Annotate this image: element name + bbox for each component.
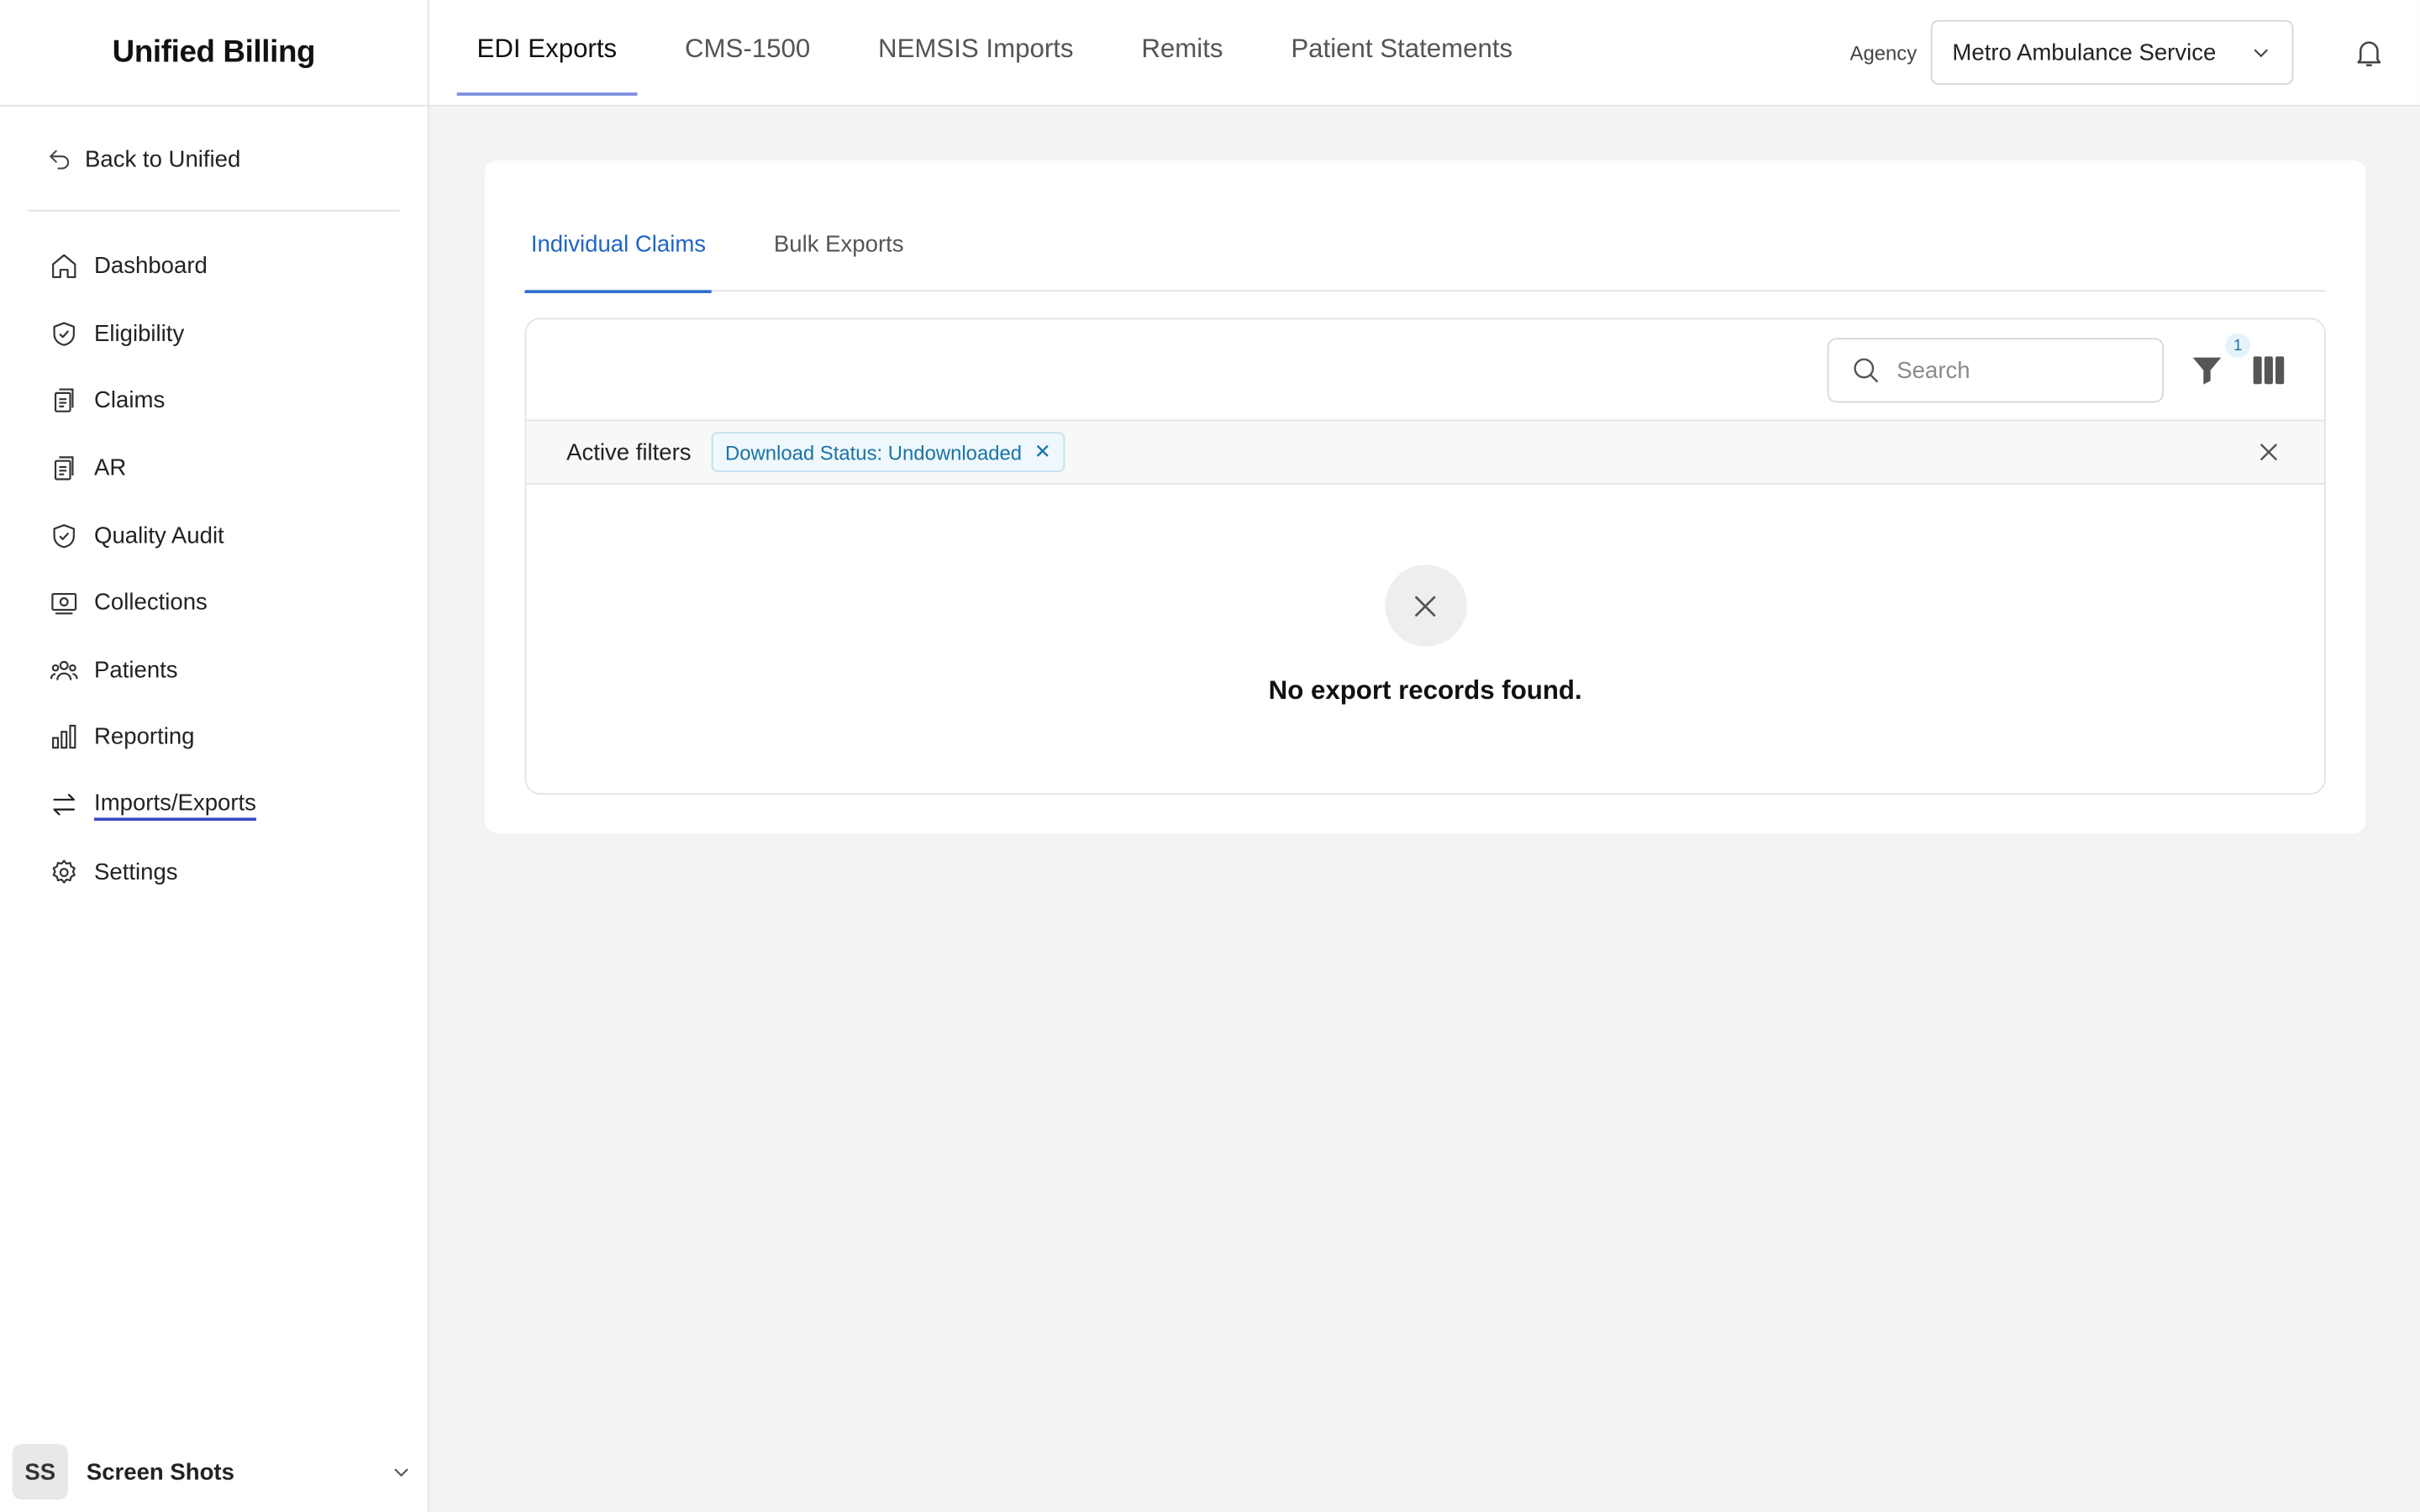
exports-card: Individual Claims Bulk Exports 1 Active …: [484, 160, 2366, 833]
app-title: Unified Billing: [0, 0, 428, 107]
back-to-unified-link[interactable]: Back to Unified: [28, 107, 400, 212]
sidebar-item-label: Eligibility: [94, 320, 185, 348]
sidebar-item-imports-exports[interactable]: Imports/Exports: [0, 771, 428, 838]
table-toolbar: 1: [526, 319, 2325, 422]
sidebar-item-claims[interactable]: Claims: [0, 367, 428, 434]
back-label: Back to Unified: [85, 146, 241, 173]
agency-value: Metro Ambulance Service: [1952, 39, 2217, 66]
bell-icon[interactable]: [2352, 35, 2386, 69]
sidebar-item-patients[interactable]: Patients: [0, 637, 428, 704]
agency-label: Agency: [1849, 40, 1918, 65]
avatar: SS: [12, 1444, 68, 1500]
sidebar-item-collections[interactable]: Collections: [0, 570, 428, 637]
results-panel: 1 Active filters Download Status: Undown…: [524, 318, 2326, 795]
filter-count-badge: 1: [2225, 333, 2250, 359]
sidebar-item-label: Collections: [94, 590, 208, 617]
back-arrow-icon: [50, 150, 70, 170]
sidebar-item-dashboard[interactable]: Dashboard: [0, 233, 428, 300]
user-name: Screen Shots: [86, 1458, 234, 1485]
top-tabs: EDI Exports CMS-1500 NEMSIS Imports Remi…: [429, 0, 1561, 106]
tab-patient-statements[interactable]: Patient Statements: [1270, 0, 1533, 106]
filter-chip: Download Status: Undownloaded ✕: [711, 432, 1065, 473]
empty-state-message: No export records found.: [1268, 675, 1582, 706]
search-input[interactable]: [1897, 357, 2144, 384]
sidebar-item-reporting[interactable]: Reporting: [0, 704, 428, 771]
sidebar-item-label: Patients: [94, 657, 178, 684]
arrows-exchange-icon: [53, 794, 76, 816]
search-icon: [1854, 358, 1879, 383]
bar-chart-icon: [52, 725, 76, 750]
sidebar-item-label: Reporting: [94, 724, 195, 751]
sidebar-item-label: Dashboard: [94, 253, 208, 280]
sidebar-item-label: Quality Audit: [94, 522, 224, 549]
user-menu[interactable]: SS Screen Shots: [12, 1444, 413, 1500]
tab-bulk-exports[interactable]: Bulk Exports: [768, 210, 910, 291]
gear-icon: [52, 858, 76, 884]
shield-check-icon: [53, 322, 75, 346]
tab-individual-claims[interactable]: Individual Claims: [524, 210, 713, 293]
active-filters-label: Active filters: [566, 438, 692, 465]
active-filters-bar: Active filters Download Status: Undownlo…: [526, 421, 2325, 485]
sidebar-nav: Dashboard Eligibility Claims AR Quality …: [0, 212, 428, 906]
sidebar-item-label: AR: [94, 454, 127, 482]
clipboard-icon: [54, 389, 74, 413]
tab-edi-exports[interactable]: EDI Exports: [456, 0, 637, 106]
columns-icon[interactable]: [2253, 356, 2285, 385]
search-box: [1827, 338, 2165, 403]
empty-state-icon: [1384, 564, 1466, 647]
subtabs: Individual Claims Bulk Exports: [524, 210, 2326, 293]
tab-remits[interactable]: Remits: [1121, 0, 1243, 106]
sidebar-item-quality-audit[interactable]: Quality Audit: [0, 502, 428, 570]
users-icon: [50, 660, 78, 680]
sidebar-item-label: Claims: [94, 387, 166, 415]
agency-picker: Agency Metro Ambulance Service: [1849, 19, 2420, 86]
empty-state: No export records found.: [526, 485, 2324, 793]
sidebar-item-eligibility[interactable]: Eligibility: [0, 300, 428, 367]
remove-filter-icon[interactable]: ✕: [1034, 439, 1051, 464]
sidebar-item-settings[interactable]: Settings: [0, 838, 428, 906]
filter-chip-label: Download Status: Undownloaded: [724, 440, 1023, 464]
clear-filters-icon[interactable]: [2256, 439, 2281, 464]
sidebar-item-label: Imports/Exports: [94, 790, 256, 821]
close-icon: [1415, 595, 1436, 616]
top-nav: EDI Exports CMS-1500 NEMSIS Imports Remi…: [429, 0, 2420, 107]
agency-select[interactable]: Metro Ambulance Service: [1930, 19, 2294, 86]
home-icon: [52, 255, 76, 279]
filter-icon[interactable]: [2190, 354, 2223, 387]
chevron-down-icon: [394, 1468, 408, 1478]
sidebar: Unified Billing Back to Unified Dashboar…: [0, 0, 429, 1512]
tab-nemsis-imports[interactable]: NEMSIS Imports: [858, 0, 1093, 106]
chevron-down-icon: [2254, 49, 2269, 58]
sidebar-item-label: Settings: [94, 858, 178, 885]
clipboard-icon: [54, 456, 74, 480]
sidebar-item-ar[interactable]: AR: [0, 435, 428, 502]
tab-cms-1500[interactable]: CMS-1500: [665, 0, 830, 106]
shield-check-icon: [53, 523, 75, 548]
money-icon: [51, 593, 77, 615]
